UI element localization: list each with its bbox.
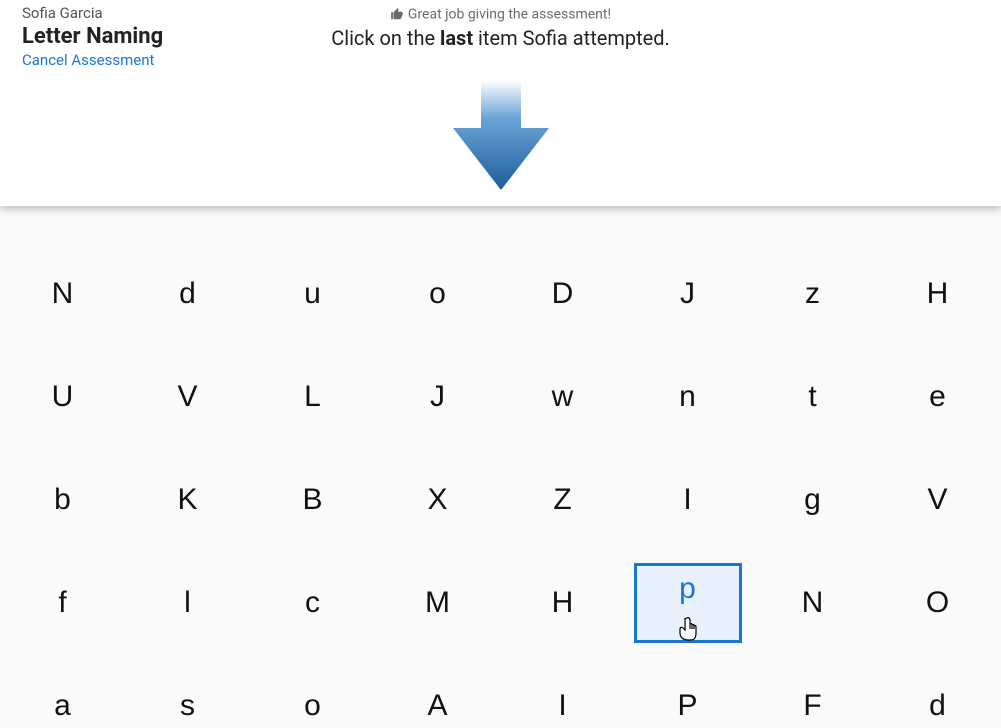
letter-glyph: w bbox=[552, 380, 574, 414]
letter-cell[interactable]: f bbox=[0, 551, 125, 654]
instruction-text: Click on the last item Sofia attempted. bbox=[0, 26, 1001, 50]
letter-glyph: H bbox=[552, 586, 574, 620]
letter-cell[interactable]: F bbox=[750, 654, 875, 728]
letter-glyph: I bbox=[683, 483, 691, 517]
letter-cell[interactable]: o bbox=[250, 654, 375, 728]
letter-cell[interactable]: w bbox=[500, 345, 625, 448]
letter-cell[interactable]: g bbox=[750, 448, 875, 551]
letter-cell[interactable]: t bbox=[750, 345, 875, 448]
letter-cell[interactable]: J bbox=[375, 345, 500, 448]
letter-glyph: K bbox=[177, 483, 197, 517]
letter-glyph: d bbox=[179, 277, 196, 311]
letter-cell[interactable]: l bbox=[125, 551, 250, 654]
letter-glyph: M bbox=[425, 586, 450, 620]
letter-cell[interactable]: J bbox=[625, 242, 750, 345]
letter-cell[interactable]: L bbox=[250, 345, 375, 448]
letter-glyph: c bbox=[305, 586, 320, 620]
letter-glyph: X bbox=[427, 483, 447, 517]
letter-glyph: N bbox=[52, 277, 74, 311]
down-arrow-icon bbox=[431, 62, 571, 202]
letter-cell[interactable]: V bbox=[125, 345, 250, 448]
letter-cell[interactable]: M bbox=[375, 551, 500, 654]
letter-glyph: e bbox=[929, 380, 946, 414]
instruction-pre: Click on the bbox=[331, 26, 440, 50]
letter-glyph: I bbox=[558, 689, 566, 723]
letter-cell[interactable]: I bbox=[625, 448, 750, 551]
letter-glyph: O bbox=[926, 586, 949, 620]
letter-cell[interactable]: B bbox=[250, 448, 375, 551]
letter-glyph: V bbox=[927, 483, 947, 517]
letter-glyph: L bbox=[304, 380, 321, 414]
letter-grid-area: Nd u o D Jz H U V L Jw n t e b K B X Z Ig Vf l c M Hp N Oa s o A I P Fd bbox=[0, 206, 1001, 728]
letter-glyph: N bbox=[802, 586, 824, 620]
letter-cell[interactable]: u bbox=[250, 242, 375, 345]
letter-glyph: d bbox=[929, 689, 946, 723]
letter-cell[interactable]: O bbox=[875, 551, 1000, 654]
cancel-assessment-link[interactable]: Cancel Assessment bbox=[22, 51, 163, 69]
letter-cell[interactable]: N bbox=[750, 551, 875, 654]
letter-cell[interactable]: s bbox=[125, 654, 250, 728]
letter-glyph: F bbox=[803, 689, 821, 723]
letter-cell[interactable]: a bbox=[0, 654, 125, 728]
letter-glyph: B bbox=[302, 483, 322, 517]
letter-glyph: a bbox=[54, 689, 71, 723]
letter-glyph: A bbox=[427, 689, 447, 723]
letter-glyph: t bbox=[808, 380, 816, 414]
letter-cell[interactable]: U bbox=[0, 345, 125, 448]
letter-glyph: z bbox=[805, 277, 820, 311]
letter-glyph: l bbox=[184, 586, 191, 620]
letter-cell[interactable]: H bbox=[500, 551, 625, 654]
letter-glyph: D bbox=[552, 277, 574, 311]
thumbs-up-icon bbox=[390, 7, 404, 21]
letter-cell[interactable]: A bbox=[375, 654, 500, 728]
instruction-post: item Sofia attempted. bbox=[473, 26, 670, 50]
letter-cell[interactable]: K bbox=[125, 448, 250, 551]
letter-grid: Nd u o D Jz H U V L Jw n t e b K B X Z Ig Vf l c M Hp N Oa s o A I P Fd bbox=[0, 242, 1000, 728]
letter-glyph: V bbox=[177, 380, 197, 414]
praise-text: Great job giving the assessment! bbox=[408, 6, 611, 22]
letter-cell[interactable]: V bbox=[875, 448, 1000, 551]
letter-cell[interactable]: p bbox=[625, 551, 750, 654]
letter-glyph: J bbox=[430, 380, 445, 414]
letter-cell[interactable]: I bbox=[500, 654, 625, 728]
letter-glyph: n bbox=[679, 380, 696, 414]
letter-glyph: s bbox=[180, 689, 195, 723]
letter-glyph: o bbox=[304, 689, 321, 723]
letter-glyph: f bbox=[58, 586, 66, 620]
praise-row: Great job giving the assessment! bbox=[0, 6, 1001, 22]
letter-cell[interactable]: d bbox=[125, 242, 250, 345]
letter-glyph: g bbox=[804, 483, 821, 517]
letter-cell[interactable]: z bbox=[750, 242, 875, 345]
letter-glyph: J bbox=[680, 277, 695, 311]
letter-cell[interactable]: Z bbox=[500, 448, 625, 551]
letter-cell[interactable]: P bbox=[625, 654, 750, 728]
letter-cell[interactable]: b bbox=[0, 448, 125, 551]
letter-glyph: H bbox=[927, 277, 949, 311]
letter-glyph: o bbox=[429, 277, 446, 311]
letter-cell[interactable]: n bbox=[625, 345, 750, 448]
assessment-header: Sofia Garcia Letter Naming Cancel Assess… bbox=[0, 0, 1001, 206]
letter-glyph: P bbox=[677, 689, 697, 723]
letter-glyph: p bbox=[679, 572, 696, 606]
letter-cell[interactable]: o bbox=[375, 242, 500, 345]
letter-glyph: U bbox=[52, 380, 74, 414]
instruction-bold: last bbox=[440, 26, 473, 50]
letter-glyph: Z bbox=[553, 483, 571, 517]
letter-glyph: b bbox=[54, 483, 71, 517]
letter-cell[interactable]: X bbox=[375, 448, 500, 551]
letter-cell[interactable]: N bbox=[0, 242, 125, 345]
letter-glyph: u bbox=[304, 277, 321, 311]
letter-cell[interactable]: D bbox=[500, 242, 625, 345]
letter-cell[interactable]: e bbox=[875, 345, 1000, 448]
letter-cell[interactable]: c bbox=[250, 551, 375, 654]
letter-cell[interactable]: H bbox=[875, 242, 1000, 345]
letter-cell[interactable]: d bbox=[875, 654, 1000, 728]
